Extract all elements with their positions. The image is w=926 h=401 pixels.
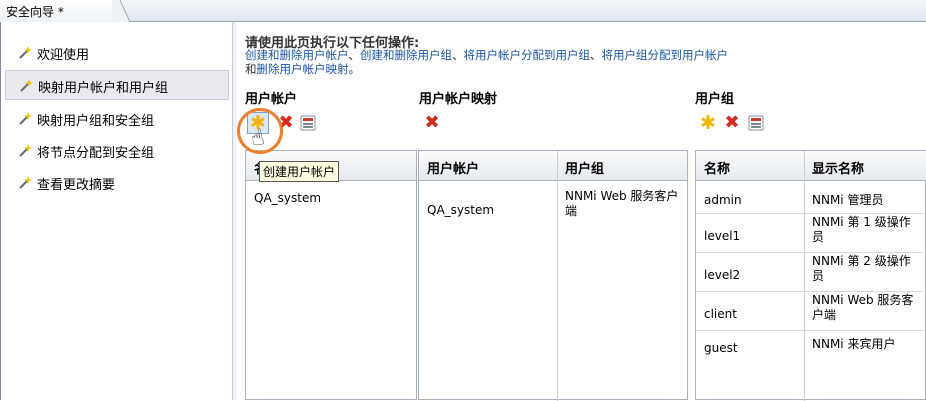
tooltip: 创建用户帐户 [259,161,340,182]
new-group-button[interactable]: ✱ [697,112,719,134]
open-account-button[interactable] [297,112,319,134]
table-cell-name[interactable]: admin [696,193,742,208]
table-cell-account[interactable]: QA_system [419,203,494,218]
link-assign-groups-to-accounts[interactable]: 将用户组分配到用户帐户 [602,48,729,62]
link-create-delete-groups[interactable]: 创建和删除用户组 [360,48,452,62]
table-cell-name[interactable]: client [696,307,737,322]
panel-splitter[interactable] [232,22,236,400]
delete-mapping-button[interactable]: ✖ [421,112,443,134]
section-title-accounts: 用户帐户 [245,92,298,107]
section-title-groups: 用户组 [695,92,735,107]
row-divider [696,330,926,331]
sidebar-item-welcome[interactable]: 欢迎使用 [5,38,229,68]
wizard-step-icon [19,112,32,125]
sidebar-item-label: 映射用户组和安全组 [37,114,155,129]
tab-edge [112,0,130,22]
mappings-table: 用户帐户 用户组 QA_system NNMi Web 服务客户端 [418,150,688,401]
delete-group-button[interactable]: ✖ [721,112,743,134]
table-cell-name[interactable]: level2 [696,268,740,283]
row-divider [696,252,926,253]
wizard-step-icon [19,176,32,189]
link-assign-accounts-to-groups[interactable]: 将用户帐户分配到用户组 [464,48,591,62]
link-create-delete-accounts[interactable]: 创建和删除用户帐户 [245,48,349,62]
sidebar-item-label: 将节点分配到安全组 [37,146,155,161]
open-group-button[interactable] [745,112,767,134]
sidebar-item-assign-nodes[interactable]: 将节点分配到安全组 [5,136,229,166]
tab-bar: 安全向导 * [0,0,926,22]
table-cell-display[interactable]: NNMi 第 1 级操作员 [804,215,916,245]
sidebar-item-review-summary[interactable]: 查看更改摘要 [5,168,229,198]
groups-table: 名称 显示名称 admin NNMi 管理员 level1 NNMi 第 1 级… [695,150,926,401]
column-header-name[interactable]: 名称 [696,151,804,181]
link-delete-mappings[interactable]: 删除用户帐户映射 [257,62,349,76]
column-header-display-name[interactable]: 显示名称 [804,151,926,181]
edit-form-icon [748,115,764,131]
edit-form-icon [300,115,316,131]
table-cell-group[interactable]: NNMi Web 服务客户端 [557,189,685,219]
table-cell-display[interactable]: NNMi 管理员 [804,193,924,208]
table-cell-display[interactable]: NNMi 第 2 级操作员 [804,254,916,284]
row-divider [696,291,926,292]
separator: 、 [348,48,361,62]
star-icon: ✱ [700,111,716,134]
sidebar-item-map-groups-security[interactable]: 映射用户组和安全组 [5,104,229,134]
tab-label: 安全向导 * [6,5,64,19]
conjunction: 和 [245,62,257,76]
sidebar-item-map-accounts-groups[interactable]: 映射用户帐户和用户组 [5,70,229,100]
main-panel: 请使用此页执行以下任何操作: 创建和删除用户帐户、创建和删除用户组、将用户帐户分… [237,22,926,401]
separator: 、 [452,48,464,62]
table-cell-name[interactable]: guest [696,341,738,356]
wizard-step-icon [20,79,33,92]
column-header-account[interactable]: 用户帐户 [419,151,557,181]
x-icon: ✖ [424,112,440,133]
x-icon: ✖ [724,112,740,133]
instructions-links: 创建和删除用户帐户、创建和删除用户组、将用户帐户分配到用户组、将用户组分配到用户… [245,48,925,76]
table-row[interactable]: QA_system [246,191,321,206]
row-divider [696,213,926,214]
period: 。 [348,62,361,76]
sidebar-item-label: 欢迎使用 [37,48,90,63]
separator: 、 [590,48,602,62]
sidebar-item-label: 映射用户帐户和用户组 [38,81,169,96]
accounts-table: 名称 QA_system [245,150,417,400]
sidebar-item-label: 查看更改摘要 [37,178,116,193]
table-cell-display[interactable]: NNMi 来宾用户 [804,337,924,352]
wizard-step-icon [19,144,32,157]
table-cell-display[interactable]: NNMi Web 服务客户端 [804,293,916,323]
section-title-mappings: 用户帐户映射 [419,92,498,107]
table-cell-name[interactable]: level1 [696,229,740,244]
column-header-group[interactable]: 用户组 [557,151,687,181]
wizard-step-icon [19,46,32,59]
wizard-steps-sidebar: 欢迎使用 映射用户帐户和用户组 映射用户组和安全组 将节点分配到安全组 查看更改… [1,22,231,400]
tab-security-wizard[interactable]: 安全向导 * [0,0,120,22]
